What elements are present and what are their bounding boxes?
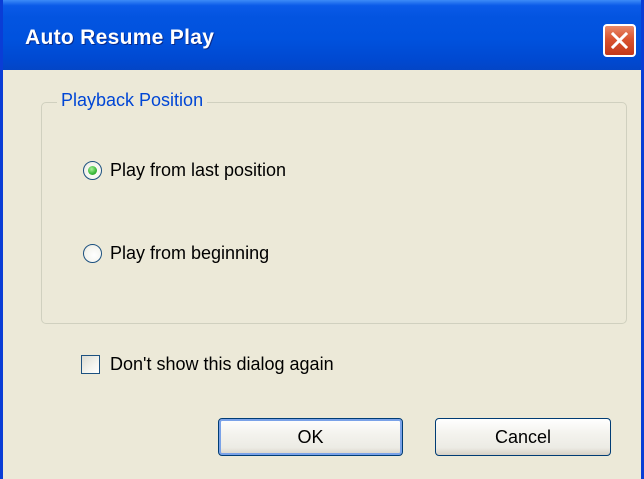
title-bar[interactable]: Auto Resume Play — [3, 0, 641, 70]
close-button[interactable] — [603, 24, 636, 57]
dont-show-again-checkbox[interactable] — [81, 354, 100, 374]
radio-play-from-last-position[interactable]: Play from last position — [83, 157, 286, 183]
cancel-button[interactable]: Cancel — [435, 418, 611, 456]
radio-play-from-beginning[interactable]: Play from beginning — [83, 240, 269, 266]
window-title: Auto Resume Play — [25, 26, 215, 49]
dont-show-again-checkbox-row[interactable]: Don't show this dialog again — [81, 352, 334, 376]
auto-resume-play-dialog: Auto Resume Play Playback Position Play … — [0, 0, 644, 479]
radio-button-selected[interactable] — [83, 160, 102, 180]
dont-show-again-label: Don't show this dialog again — [110, 353, 334, 374]
playback-position-legend: Playback Position — [57, 90, 208, 111]
radio-button-unselected[interactable] — [83, 243, 102, 263]
ok-button[interactable]: OK — [218, 418, 403, 456]
radio-label-beginning: Play from beginning — [110, 242, 270, 263]
playback-position-group — [41, 102, 627, 324]
radio-label-last-position: Play from last position — [110, 159, 287, 180]
close-icon — [611, 32, 628, 49]
